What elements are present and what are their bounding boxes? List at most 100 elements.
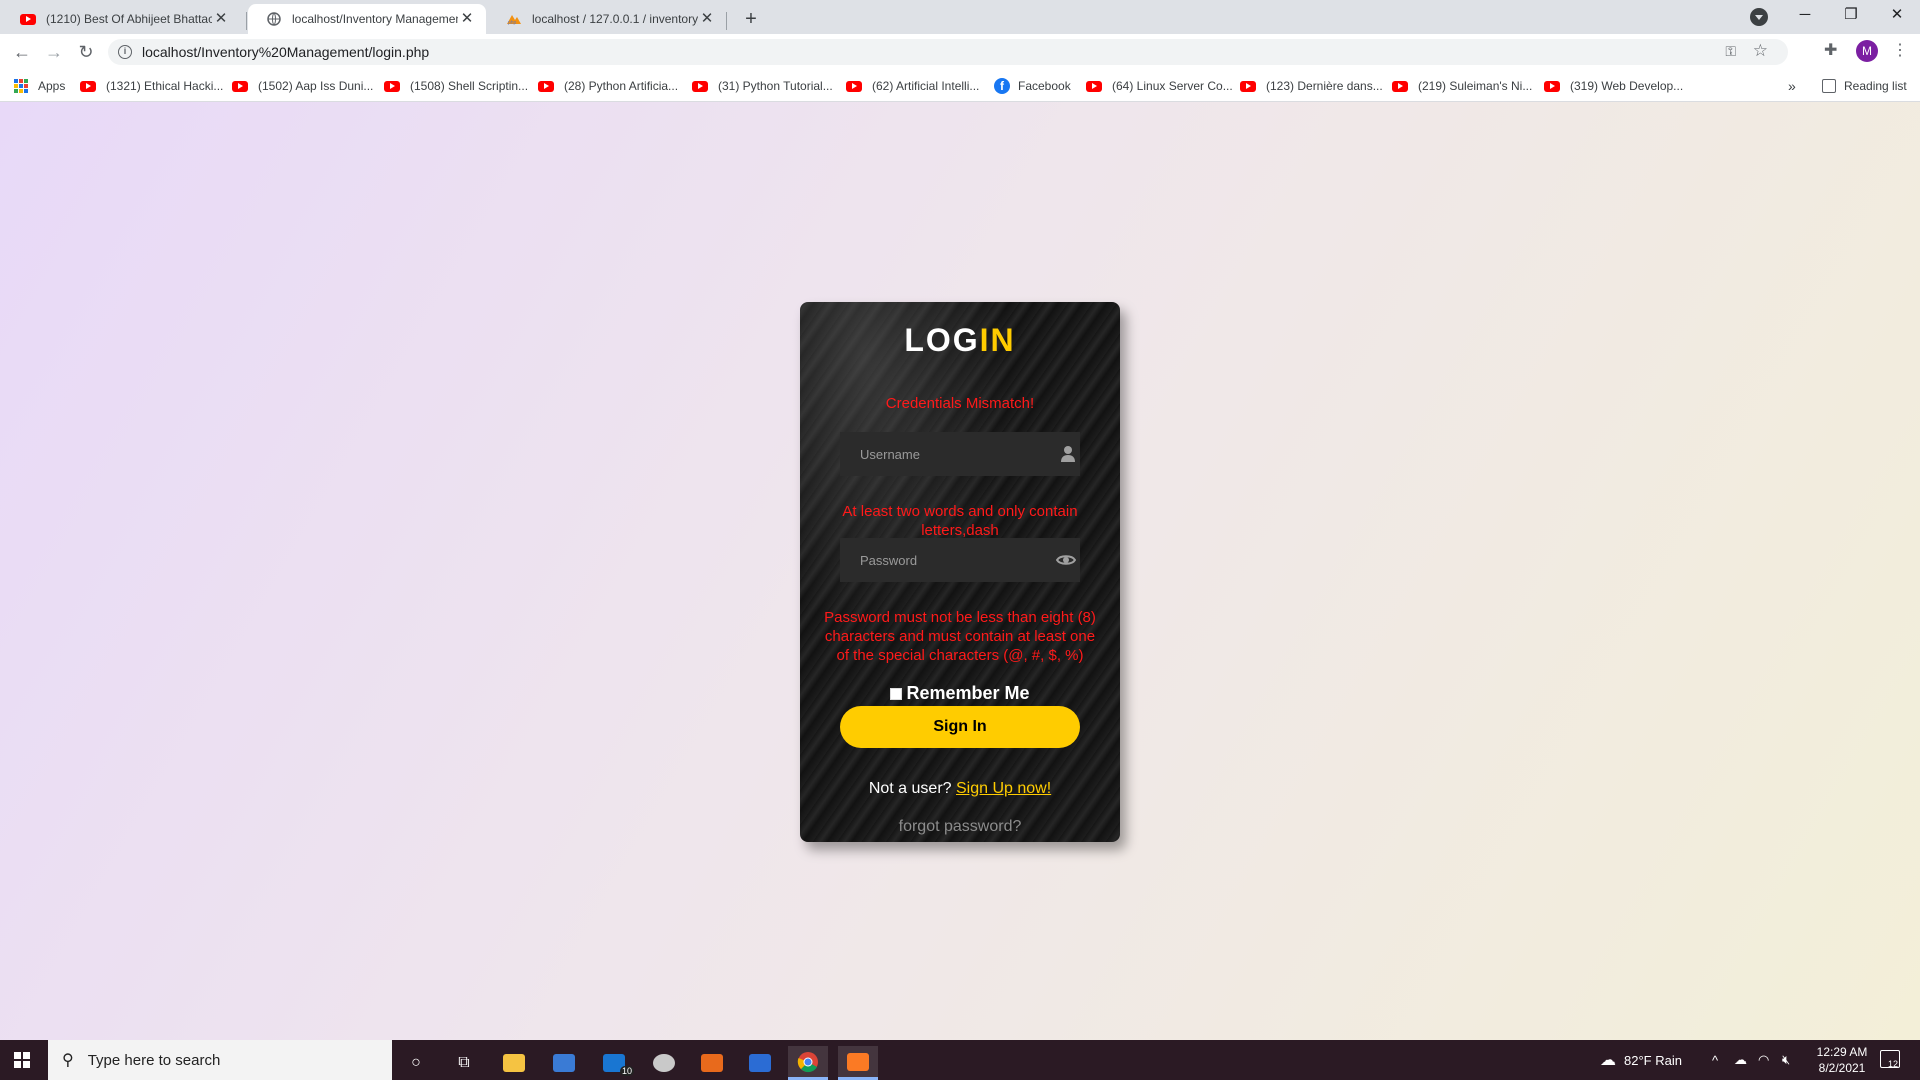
login-title-accent: IN (979, 322, 1016, 358)
bookmark-item[interactable]: (28) Python Artificia... (538, 76, 678, 96)
bookmark-item[interactable]: (123) Dernière dans... (1240, 76, 1383, 96)
youtube-icon (1086, 80, 1102, 92)
store-icon[interactable] (544, 1046, 584, 1080)
sign-in-button[interactable]: Sign In (840, 706, 1080, 748)
rain-cloud-icon: ☁ (1600, 1052, 1616, 1069)
tab-title: localhost / 127.0.0.1 / inventory_ (532, 12, 698, 26)
bookmark-item[interactable]: (31) Python Tutorial... (692, 76, 833, 96)
reload-icon[interactable]: ↻ (74, 40, 98, 64)
password-input[interactable] (840, 538, 1080, 582)
onedrive-icon[interactable]: ☁ (1734, 1040, 1747, 1080)
svg-text:php: php (508, 20, 517, 25)
more-menu-icon[interactable]: ⋮ (1892, 40, 1908, 60)
restore-button[interactable]: ❐ (1828, 0, 1874, 30)
key-icon[interactable]: ⚿ (1725, 43, 1736, 60)
username-input[interactable] (840, 432, 1080, 476)
eye-icon[interactable] (1056, 550, 1076, 570)
star-icon[interactable]: ☆ (1753, 41, 1768, 61)
close-icon[interactable]: ✕ (698, 10, 716, 28)
clock[interactable]: 12:29 AM 8/2/2021 (1806, 1044, 1878, 1076)
tab-divider (726, 12, 727, 30)
bookmark-label: (62) Artificial Intelli... (872, 79, 980, 93)
password-error: Password must not be less than eight (8)… (824, 609, 1096, 664)
sign-up-link[interactable]: Sign Up now! (956, 780, 1051, 797)
search-placeholder: Type here to search (87, 1051, 221, 1069)
bookmark-label: (319) Web Develop... (1570, 79, 1684, 93)
bookmark-apps[interactable]: Apps (14, 76, 65, 96)
user-icon (1061, 446, 1075, 462)
tab-strip: (1210) Best Of Abhijeet Bhattacha ✕ loca… (0, 0, 1920, 34)
minimize-button[interactable]: ─ (1782, 0, 1828, 30)
bookmark-item[interactable]: (1321) Ethical Hacki... (80, 76, 223, 96)
forgot-password-link[interactable]: forgot password? (800, 818, 1120, 836)
show-hidden-icons[interactable]: ^ (1712, 1040, 1718, 1080)
facebook-icon: f (994, 78, 1010, 94)
mail-icon[interactable]: 10 (594, 1046, 635, 1080)
new-tab-button[interactable]: + (738, 6, 764, 32)
matlab-icon[interactable] (692, 1046, 732, 1080)
youtube-icon (384, 80, 400, 92)
remember-me-checkbox[interactable] (890, 687, 903, 700)
credentials-error: Credentials Mismatch! (885, 395, 1035, 412)
bookmark-item[interactable]: (219) Suleiman's Ni... (1392, 76, 1532, 96)
bookmark-label: Facebook (1018, 79, 1071, 93)
close-icon[interactable]: ✕ (212, 10, 230, 28)
cortana-icon[interactable]: ○ (396, 1046, 436, 1080)
bookmark-label: (31) Python Tutorial... (718, 79, 833, 93)
signup-prompt: Not a user? Sign Up now! (800, 780, 1120, 798)
weather-widget[interactable]: ☁ 82°F Rain (1600, 1040, 1682, 1080)
clock-date: 8/2/2021 (1818, 1061, 1866, 1075)
extensions-puzzle-icon[interactable]: ✚ (1824, 40, 1837, 60)
reading-list-button[interactable]: Reading list (1822, 76, 1907, 96)
close-window-button[interactable]: ✕ (1874, 0, 1920, 30)
youtube-icon (846, 80, 862, 92)
page-viewport: LOGIN Credentials Mismatch! At least two… (0, 102, 1920, 1040)
bookmark-label: (1502) Aap Iss Duni... (258, 79, 374, 93)
remember-me[interactable]: Remember Me (800, 683, 1120, 704)
taskbar: ⚲ Type here to search ○ ⧉ 10 ☁ 82°F Rain… (0, 1040, 1920, 1080)
taskbar-search-input[interactable]: ⚲ Type here to search (48, 1040, 392, 1080)
bookmark-label: (28) Python Artificia... (564, 79, 679, 93)
back-arrow-icon[interactable]: ← (10, 40, 34, 64)
chrome-icon[interactable] (788, 1046, 828, 1080)
bookmark-item[interactable]: (64) Linux Server Co... (1086, 76, 1233, 96)
bookmark-facebook[interactable]: f Facebook (994, 76, 1071, 96)
forward-arrow-icon[interactable]: → (42, 40, 66, 64)
bookmark-item[interactable]: (62) Artificial Intelli... (846, 76, 979, 96)
bookmark-label: Apps (38, 79, 66, 93)
youtube-icon (232, 80, 248, 92)
tab-phpmyadmin[interactable]: php localhost / 127.0.0.1 / inventory_ ✕ (488, 4, 726, 34)
wifi-icon[interactable]: ◠ (1758, 1040, 1769, 1080)
tab-title: localhost/Inventory Management (292, 12, 458, 26)
address-bar[interactable]: i localhost/Inventory%20Management/login… (108, 39, 1788, 65)
file-explorer-icon[interactable] (494, 1046, 534, 1080)
word-icon[interactable] (740, 1046, 780, 1080)
tab-search-icon[interactable] (1750, 8, 1768, 26)
volume-muted-icon[interactable]: 🔇︎ (1782, 1040, 1790, 1080)
weather-text: 82°F Rain (1624, 1052, 1682, 1068)
profile-avatar[interactable]: M (1856, 40, 1878, 62)
tab-inventory-management[interactable]: localhost/Inventory Management ✕ (248, 4, 486, 34)
bookmarks-overflow-button[interactable]: » (1788, 76, 1796, 96)
task-view-icon[interactable]: ⧉ (444, 1046, 484, 1080)
site-info-icon[interactable]: i (118, 45, 132, 59)
cloud-app-icon[interactable] (644, 1046, 684, 1080)
bookmark-item[interactable]: (1508) Shell Scriptin... (384, 76, 528, 96)
bookmark-label: (1508) Shell Scriptin... (410, 79, 529, 93)
login-card: LOGIN Credentials Mismatch! At least two… (800, 302, 1120, 842)
tab-youtube[interactable]: (1210) Best Of Abhijeet Bhattacha ✕ (2, 4, 240, 34)
windows-start-icon[interactable] (14, 1052, 30, 1068)
close-icon[interactable]: ✕ (458, 10, 476, 28)
youtube-icon (538, 80, 554, 92)
reading-list-label: Reading list (1844, 79, 1907, 93)
youtube-icon (1544, 80, 1560, 92)
bookmark-item[interactable]: (1502) Aap Iss Duni... (232, 76, 373, 96)
youtube-icon (80, 80, 96, 92)
bookmark-item[interactable]: (319) Web Develop... (1544, 76, 1683, 96)
login-title-main: LOG (904, 322, 980, 358)
notification-center-icon[interactable]: 12 (1880, 1050, 1900, 1069)
reading-list-icon (1822, 79, 1836, 93)
login-title: LOGIN (800, 322, 1120, 359)
url-text[interactable]: localhost/Inventory%20Management/login.p… (142, 44, 429, 60)
xampp-icon[interactable] (838, 1046, 878, 1080)
